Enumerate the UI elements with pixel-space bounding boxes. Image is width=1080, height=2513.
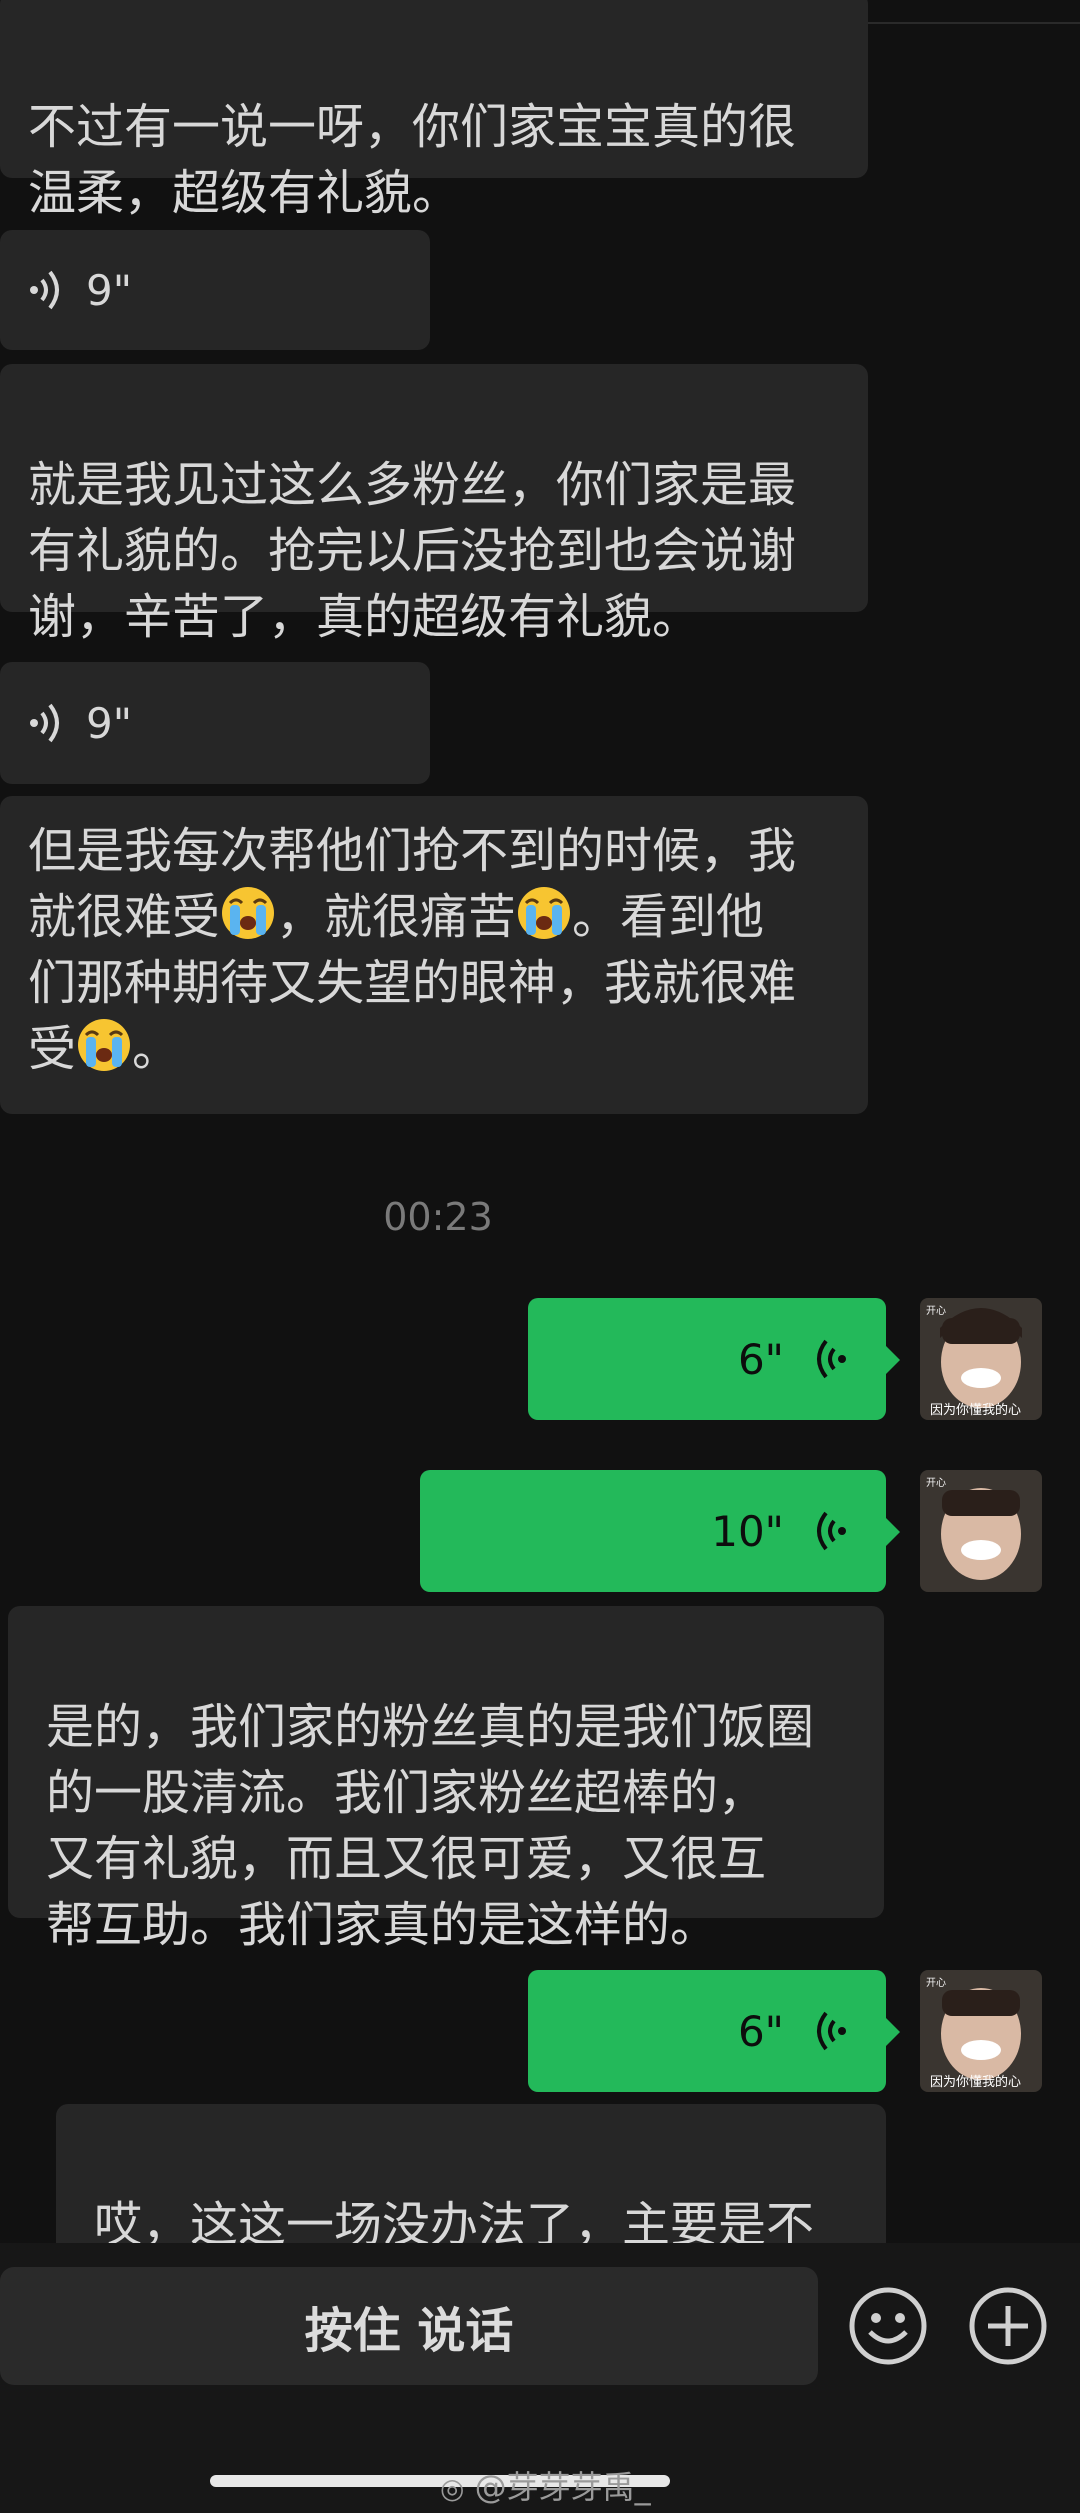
loudly-crying-emoji-icon	[518, 887, 571, 939]
message-text: 不过有一说一呀，你们家宝宝真的很 温柔，超级有礼貌。	[28, 99, 797, 221]
voice-wave-icon	[817, 1511, 846, 1551]
voice-wave-icon	[817, 2011, 846, 2051]
incoming-message[interactable]: 就是我见过这么多粉丝，你们家是最 有礼貌的。抢完以后没抢到也会说谢 谢，辛苦了，…	[0, 364, 868, 645]
avatar-image: 开心	[920, 1470, 1042, 1592]
emoji-button-icon[interactable]	[848, 2286, 928, 2366]
svg-text:因为你懂我的心: 因为你懂我的心	[930, 2074, 1021, 2090]
weibo-logo-icon: ◎	[440, 2472, 465, 2505]
voice-duration: 6"	[737, 1334, 784, 1384]
voice-wave-icon	[817, 1339, 846, 1379]
incoming-voice-message[interactable]: 9"	[0, 662, 430, 784]
voice-wave-icon	[30, 270, 59, 310]
avatar-image: 开心 因为你懂我的心	[920, 1970, 1042, 2092]
outgoing-voice-message[interactable]: 6"	[528, 1970, 900, 2092]
message-line: 们那种期待又失望的眼神，我就很难	[28, 955, 797, 1011]
svg-text:因为你懂我的心: 因为你懂我的心	[930, 1402, 1021, 1418]
outgoing-voice-message[interactable]: 10"	[420, 1470, 900, 1592]
avatar-image: 开心 因为你懂我的心	[920, 1298, 1042, 1420]
message-line: 但是我每次帮他们抢不到的时候，我	[28, 823, 797, 879]
avatar[interactable]: 开心 因为你懂我的心	[920, 1298, 1042, 1420]
watermark: ◎ @芽芽芽禹_	[440, 2468, 651, 2506]
message-line: 受。	[28, 1016, 838, 1082]
outgoing-voice-message[interactable]: 6"	[528, 1298, 900, 1420]
add-more-button-icon[interactable]	[968, 2286, 1048, 2366]
incoming-message[interactable]: 不过有一说一呀，你们家宝宝真的很 温柔，超级有礼貌。	[0, 0, 868, 221]
avatar[interactable]: 开心	[920, 1470, 1042, 1592]
svg-text:开心: 开心	[926, 1477, 946, 1489]
voice-duration: 6"	[737, 2006, 784, 2056]
message-text: 就是我见过这么多粉丝，你们家是最 有礼貌的。抢完以后没抢到也会说谢 谢，辛苦了，…	[28, 457, 797, 645]
message-text: 是的，我们家的粉丝真的是我们饭圈 的一股清流。我们家粉丝超棒的， 又有礼貌，而且…	[46, 1699, 815, 1953]
svg-text:开心: 开心	[926, 1977, 946, 1989]
chat-timestamp: 00:23	[383, 1195, 493, 1239]
message-line: 就很难受 ，就很痛苦 。看到他	[28, 884, 838, 950]
voice-duration: 10"	[711, 1506, 784, 1556]
svg-text:开心: 开心	[926, 1305, 946, 1317]
incoming-message[interactable]: 但是我每次帮他们抢不到的时候，我 就很难受 ，就很痛苦 。看到他 们那种期待又失望的…	[0, 796, 868, 1114]
loudly-crying-emoji-icon	[222, 887, 275, 939]
loudly-crying-emoji-icon	[78, 1019, 131, 1071]
avatar[interactable]: 开心 因为你懂我的心	[920, 1970, 1042, 2092]
incoming-message[interactable]: 是的，我们家的粉丝真的是我们饭圈 的一股清流。我们家粉丝超棒的， 又有礼貌，而且…	[8, 1606, 884, 1953]
hold-to-talk-button[interactable]: 按住 说话	[0, 2267, 818, 2385]
voice-duration: 9"	[86, 265, 133, 315]
incoming-voice-message[interactable]: 9"	[0, 230, 430, 350]
voice-wave-icon	[30, 703, 59, 743]
voice-duration: 9"	[86, 698, 133, 748]
